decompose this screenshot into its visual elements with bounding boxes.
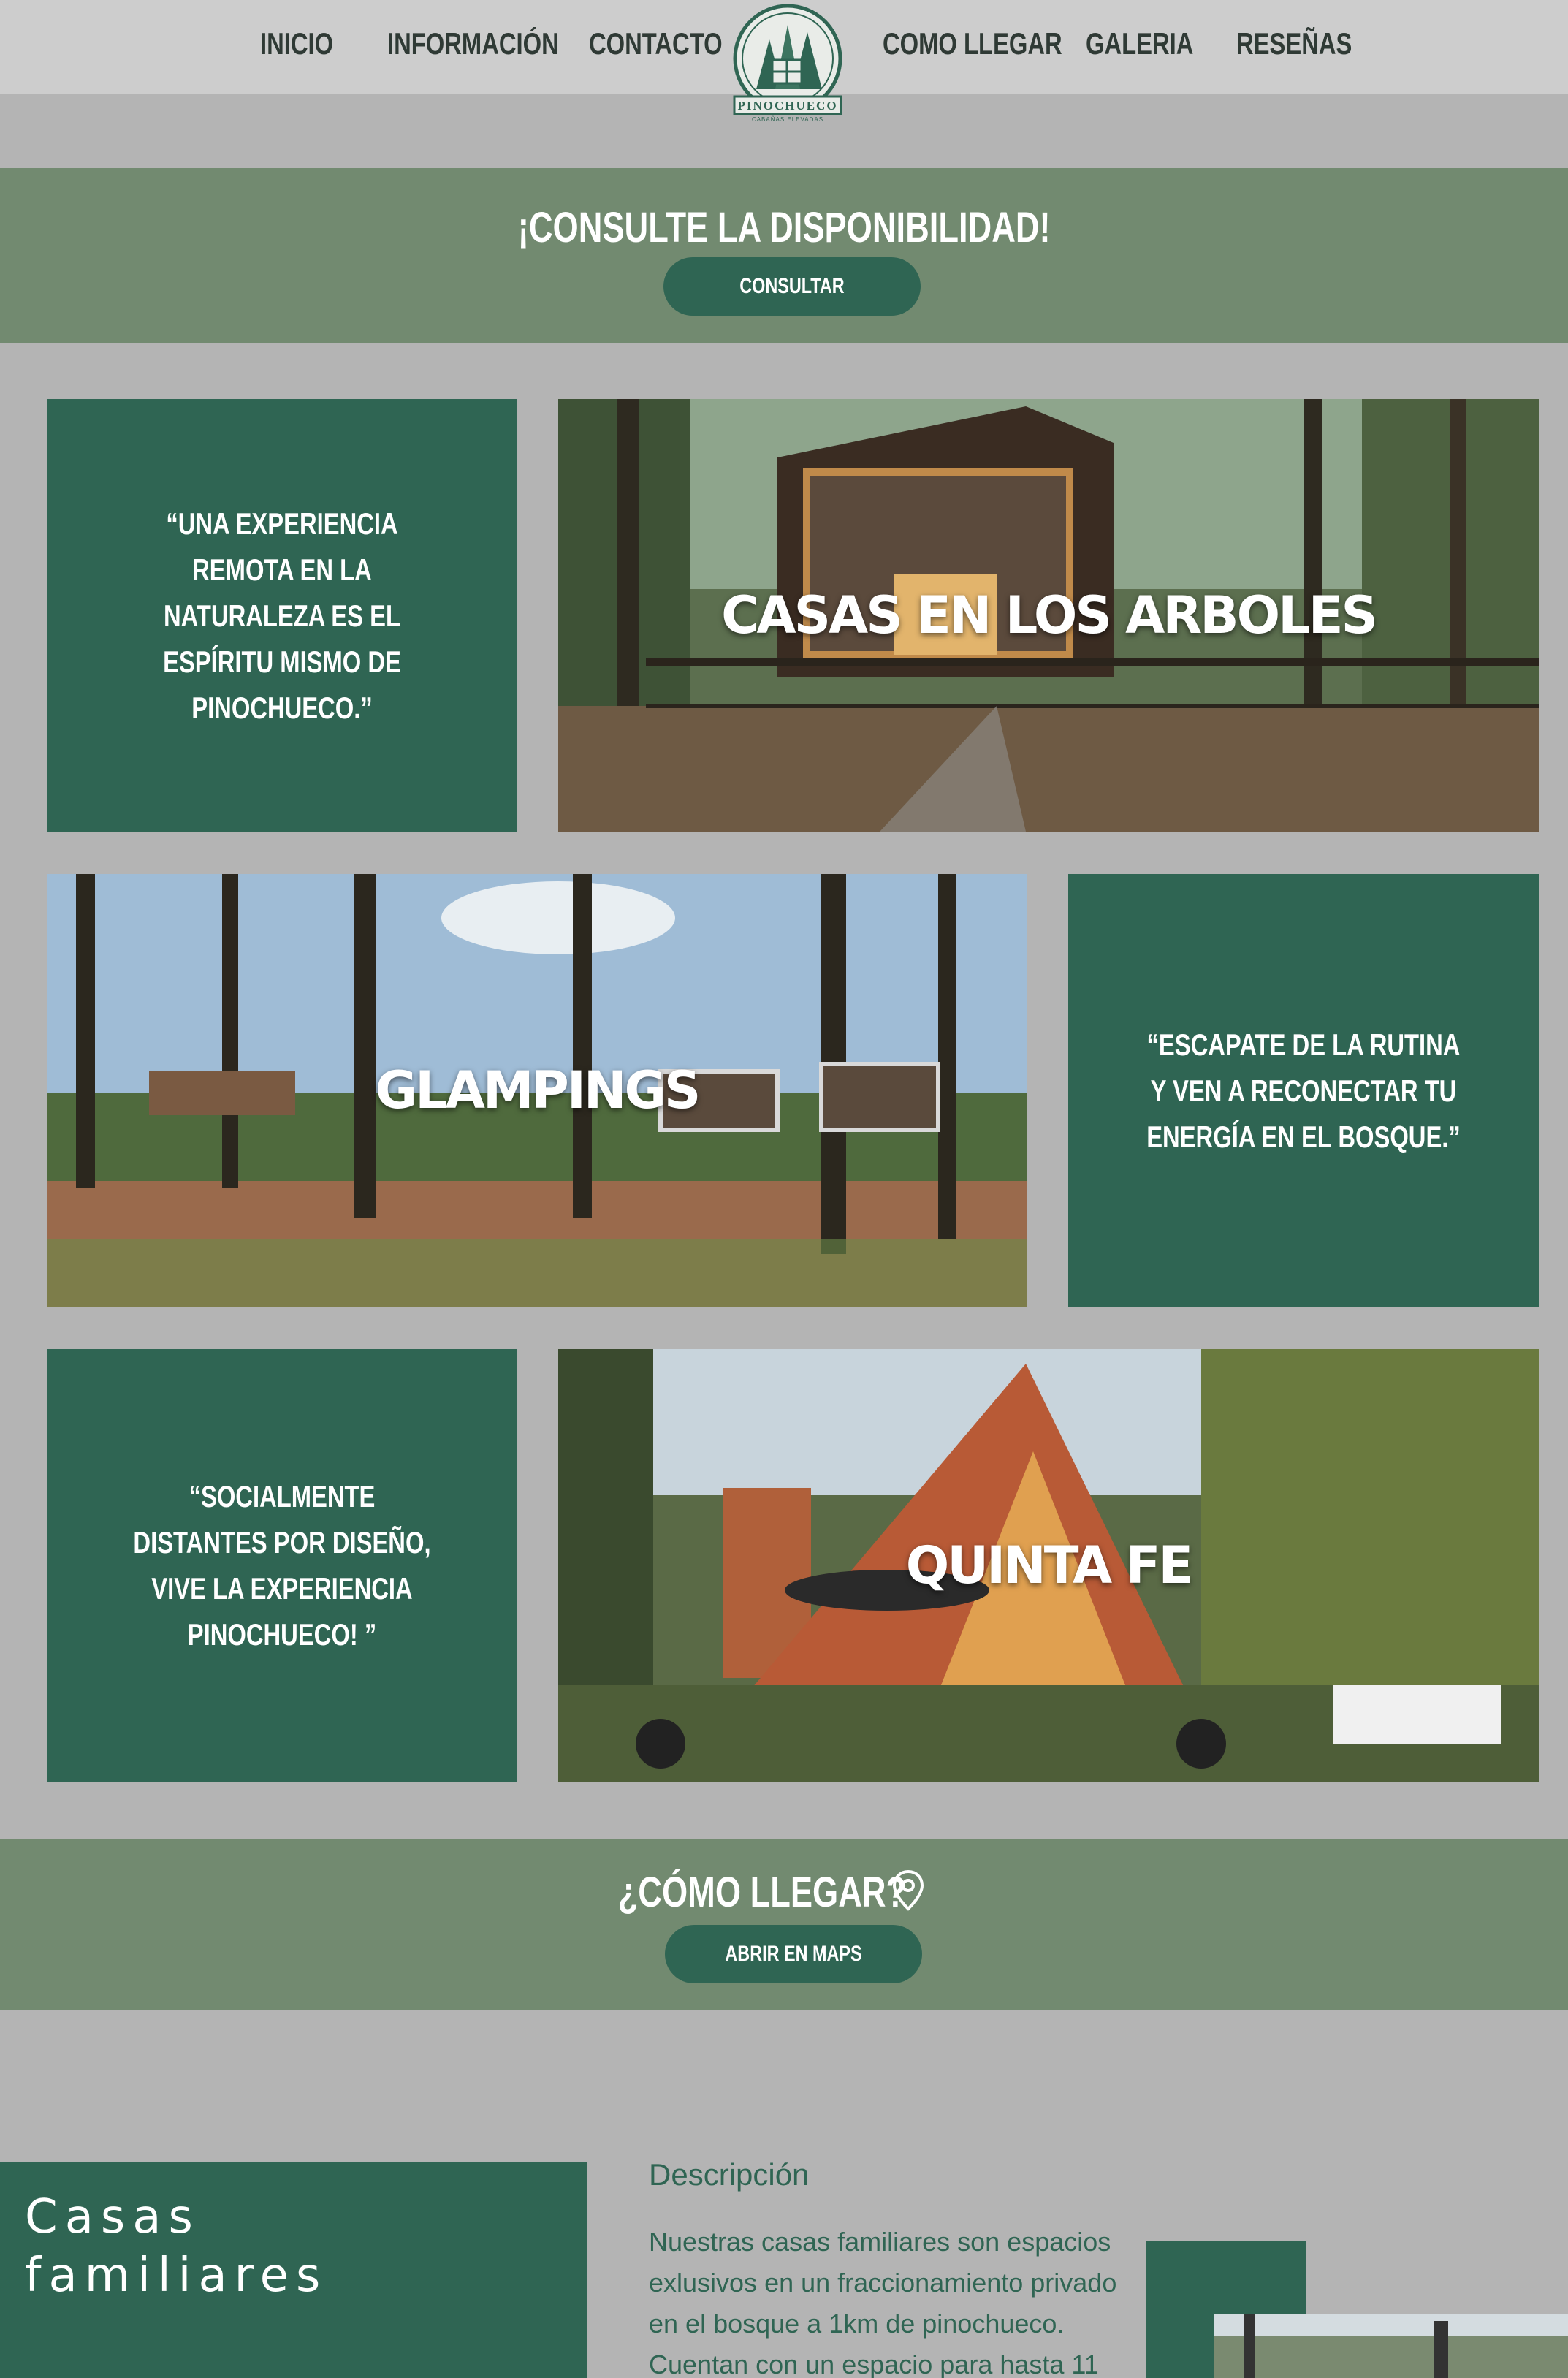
nav-link-galeria[interactable]: GALERIA xyxy=(1086,26,1193,61)
description-text: Nuestras casas familiares son espacios e… xyxy=(649,2227,1117,2378)
treehouse-label: CASAS EN LOS ARBOLES xyxy=(721,585,1378,645)
nav-link-resenas[interactable]: RESEÑAS xyxy=(1236,26,1352,61)
consultar-button[interactable]: CONSULTAR xyxy=(663,257,921,316)
glamping-label: GLAMPINGS xyxy=(375,1060,701,1120)
nav-link-contacto[interactable]: CONTACTO xyxy=(589,26,723,61)
quinta-fe-label: QUINTA FE xyxy=(905,1535,1193,1595)
availability-banner: ¡CONSULTE LA DISPONIBILIDAD! CONSULTAR xyxy=(0,168,1568,343)
description-heading: Descripción xyxy=(649,2157,810,2192)
open-maps-button[interactable]: ABRIR EN MAPS xyxy=(665,1925,922,1983)
family-houses-block: Casas familiares xyxy=(0,2162,587,2378)
nav-link-inicio[interactable]: INICIO xyxy=(260,26,333,61)
directions-banner: ¿CÓMO LLEGAR? ABRIR EN MAPS xyxy=(0,1839,1568,2010)
location-pin-icon xyxy=(892,1869,924,1911)
family-house-photo-preview xyxy=(1214,2314,1568,2378)
quinta-fe-photo-card[interactable]: QUINTA FE xyxy=(558,1349,1539,1782)
directions-title: ¿CÓMO LLEGAR? xyxy=(617,1869,907,1916)
glamping-photo-card[interactable]: GLAMPINGS xyxy=(47,874,1027,1307)
quote-card-1: “UNA EXPERIENCIA REMOTA EN LA NATURALEZA… xyxy=(47,399,517,832)
quote-text-3: “SOCIALMENTE DISTANTES POR DISEÑO, VIVE … xyxy=(133,1479,431,1652)
family-houses-title: Casas familiares xyxy=(25,2188,327,2305)
consultar-button-label: CONSULTAR xyxy=(739,274,845,298)
treehouse-photo-card[interactable]: CASAS EN LOS ARBOLES xyxy=(558,399,1539,832)
pinochueco-logo[interactable]: PINOCHUECO CABAÑAS ELEVADAS xyxy=(727,3,848,124)
quote-card-2: “ESCAPATE DE LA RUTINA Y VEN A RECONECTA… xyxy=(1068,874,1539,1307)
quote-text-2: “ESCAPATE DE LA RUTINA Y VEN A RECONECTA… xyxy=(1146,1027,1461,1154)
logo-tagline: CABAÑAS ELEVADAS xyxy=(752,116,823,123)
open-maps-button-label: ABRIR EN MAPS xyxy=(725,1942,862,1966)
quote-text-1: “UNA EXPERIENCIA REMOTA EN LA NATURALEZA… xyxy=(163,506,401,725)
availability-title: ¡CONSULTE LA DISPONIBILIDAD! xyxy=(517,204,1051,251)
nav-link-informacion[interactable]: INFORMACIÓN xyxy=(387,26,559,61)
top-navigation: INICIO INFORMACIÓN CONTACTO COMO LLEGAR … xyxy=(0,0,1568,123)
family-houses-title-line2: familiares xyxy=(25,2249,328,2303)
family-houses-title-line1: Casas xyxy=(25,2190,200,2244)
quote-card-3: “SOCIALMENTE DISTANTES POR DISEÑO, VIVE … xyxy=(47,1349,517,1782)
logo-name: PINOCHUECO xyxy=(737,99,837,113)
nav-link-como-llegar[interactable]: COMO LLEGAR xyxy=(883,26,1062,61)
